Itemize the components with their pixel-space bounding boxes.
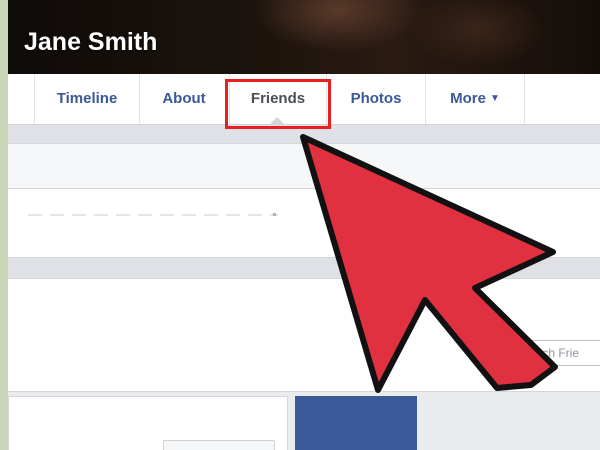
tab-about[interactable]: About [139, 74, 230, 124]
caret-down-icon: ▼ [489, 93, 500, 105]
blurred-text-line [28, 214, 278, 216]
friend-card-button[interactable] [163, 440, 275, 450]
tab-more-label: More [450, 90, 486, 107]
section-divider [8, 258, 600, 278]
friends-panel [8, 278, 600, 392]
cover-photo[interactable]: Jane Smith [8, 0, 600, 74]
profile-name[interactable]: Jane Smith [24, 28, 157, 57]
content-panel [8, 143, 600, 189]
friend-photo[interactable] [295, 396, 417, 450]
blurred-text-dot [273, 213, 276, 216]
content-panel [8, 188, 600, 258]
tab-more[interactable]: More ▼ [426, 74, 525, 124]
facebook-profile-page: Jane Smith Timeline About Friends Photos… [8, 0, 600, 450]
tab-timeline[interactable]: Timeline [34, 74, 140, 124]
tab-photos[interactable]: Photos [327, 74, 426, 124]
friends-tab-highlight-box [225, 79, 331, 129]
search-friends-input[interactable]: earch Frie [518, 340, 600, 366]
